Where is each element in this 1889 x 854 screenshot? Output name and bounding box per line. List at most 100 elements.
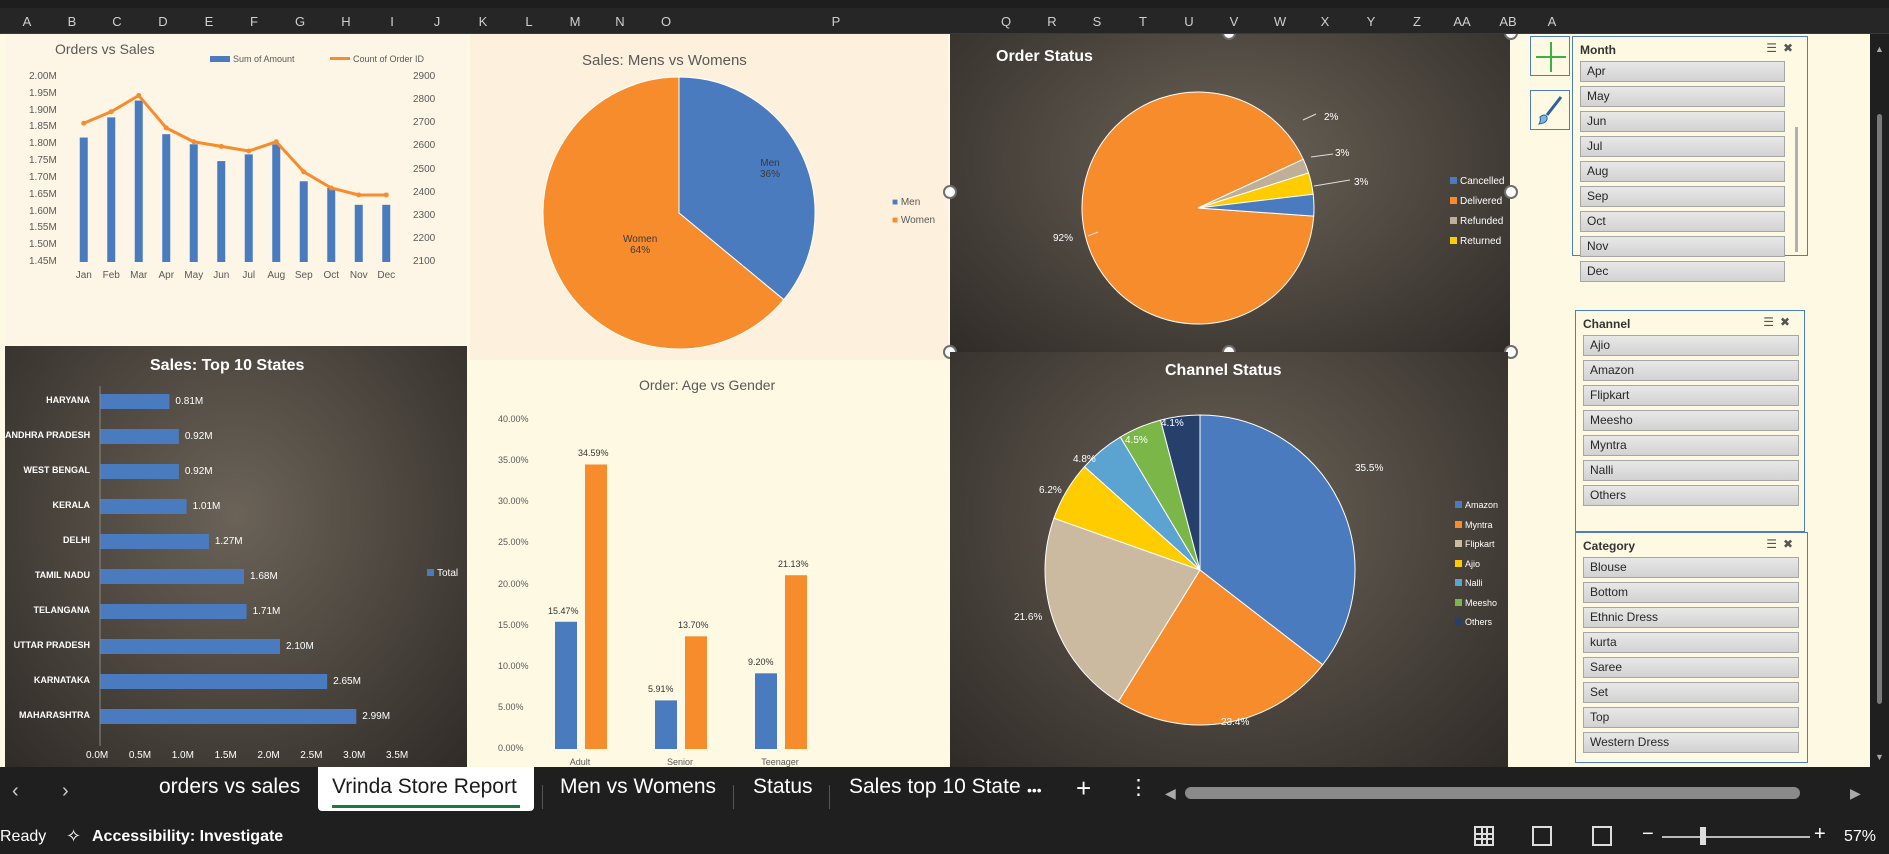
next-sheet-icon[interactable]: › bbox=[62, 780, 69, 803]
slicer-item-jul[interactable]: Jul bbox=[1580, 136, 1785, 157]
chart-age-vs-gender[interactable]: Order: Age vs Gender 40.00% 35.00% 30.00% 2… bbox=[470, 360, 948, 767]
column-header-z[interactable]: Z bbox=[1397, 14, 1437, 34]
slicer-item-dec[interactable]: Dec bbox=[1580, 261, 1785, 282]
column-header-g[interactable]: G bbox=[280, 14, 320, 34]
column-header-q[interactable]: Q bbox=[986, 14, 1026, 34]
sheet-menu-icon[interactable]: ⋮ bbox=[1128, 775, 1149, 800]
orders-sales-svg bbox=[79, 93, 391, 262]
slicer-item-meesho[interactable]: Meesho bbox=[1583, 410, 1799, 431]
add-sheet-button[interactable]: + bbox=[1076, 773, 1091, 804]
column-header-x[interactable]: X bbox=[1305, 14, 1345, 34]
column-header-k[interactable]: K bbox=[463, 14, 503, 34]
multi-select-icon[interactable]: ☰✖ bbox=[1763, 315, 1796, 329]
column-header-j[interactable]: J bbox=[417, 14, 457, 34]
chart-order-status[interactable]: Order Status 92% 2% 3% 3% Cancelled Deliv… bbox=[950, 34, 1510, 352]
slicer-item-may[interactable]: May bbox=[1580, 86, 1785, 107]
column-header-d[interactable]: D bbox=[143, 14, 183, 34]
slicer-channel[interactable]: Channel ☰✖ Ajio Amazon Flipkart Meesho Myntr… bbox=[1575, 310, 1805, 532]
slicer-item-amazon[interactable]: Amazon bbox=[1583, 360, 1799, 381]
zoom-level[interactable]: 57% bbox=[1844, 828, 1876, 846]
column-header-w[interactable]: W bbox=[1260, 14, 1300, 34]
page-layout-view-icon[interactable] bbox=[1532, 826, 1552, 846]
column-header-s[interactable]: S bbox=[1077, 14, 1117, 34]
column-header-i[interactable]: I bbox=[372, 14, 412, 34]
column-header-m[interactable]: M bbox=[555, 14, 595, 34]
slicer-item-set[interactable]: Set bbox=[1583, 682, 1799, 703]
slicer-item-ethnic-dress[interactable]: Ethnic Dress bbox=[1583, 607, 1799, 628]
tab-sales-top-10-state[interactable]: Sales top 10 State bbox=[849, 775, 1021, 799]
multi-select-icon[interactable]: ☰✖ bbox=[1766, 41, 1799, 55]
slicer-item-bottom[interactable]: Bottom bbox=[1583, 582, 1799, 603]
zoom-slider-track[interactable] bbox=[1662, 836, 1810, 838]
slicer-item-western-dress[interactable]: Western Dress bbox=[1583, 732, 1799, 753]
scroll-thumb[interactable] bbox=[1877, 114, 1882, 704]
normal-view-icon[interactable] bbox=[1474, 826, 1494, 846]
column-header-b[interactable]: B bbox=[52, 14, 92, 34]
slicer-item-flipkart[interactable]: Flipkart bbox=[1583, 385, 1799, 406]
column-header-a[interactable]: A bbox=[1532, 14, 1572, 34]
accessibility-icon[interactable]: ✧ bbox=[66, 826, 81, 847]
multi-select-icon[interactable]: ☰✖ bbox=[1766, 537, 1799, 551]
hscroll-right-icon[interactable]: ▶ bbox=[1850, 785, 1861, 802]
accessibility-status[interactable]: Accessibility: Investigate bbox=[92, 828, 283, 846]
slicer-item-ajio[interactable]: Ajio bbox=[1583, 335, 1799, 356]
column-header-o[interactable]: O bbox=[646, 14, 686, 34]
zoom-out-button[interactable]: − bbox=[1642, 823, 1654, 846]
scroll-up-icon[interactable]: ▲ bbox=[1875, 44, 1884, 54]
slicer-item-saree[interactable]: Saree bbox=[1583, 657, 1799, 678]
tab-orders-vs-sales[interactable]: orders vs sales bbox=[159, 775, 300, 799]
tab-men-vs-womens[interactable]: Men vs Womens bbox=[560, 775, 716, 799]
column-header-v[interactable]: V bbox=[1214, 14, 1254, 34]
slicer-item-kurta[interactable]: kurta bbox=[1583, 632, 1799, 653]
brush-icon[interactable] bbox=[1530, 90, 1570, 130]
more-tabs-icon[interactable]: ••• bbox=[1027, 782, 1042, 798]
tab-vrinda-store-report[interactable]: Vrinda Store Report bbox=[318, 767, 534, 811]
column-header-aa[interactable]: AA bbox=[1442, 14, 1482, 34]
column-header-l[interactable]: L bbox=[509, 14, 549, 34]
slicer-item-jun[interactable]: Jun bbox=[1580, 111, 1785, 132]
column-header-ab[interactable]: AB bbox=[1488, 14, 1528, 34]
slicer-scrollbar[interactable] bbox=[1795, 127, 1798, 252]
column-header-h[interactable]: H bbox=[326, 14, 366, 34]
page-break-view-icon[interactable] bbox=[1592, 826, 1612, 846]
scroll-down-icon[interactable]: ▼ bbox=[1875, 752, 1884, 762]
slicer-item-others[interactable]: Others bbox=[1583, 485, 1799, 506]
column-header-f[interactable]: F bbox=[234, 14, 274, 34]
selection-handle[interactable] bbox=[943, 185, 957, 199]
zoom-slider-thumb[interactable] bbox=[1700, 827, 1706, 845]
column-header-y[interactable]: Y bbox=[1351, 14, 1391, 34]
slicer-item-aug[interactable]: Aug bbox=[1580, 161, 1785, 182]
slicer-item-top[interactable]: Top bbox=[1583, 707, 1799, 728]
chart-top-10-states[interactable]: Sales: Top 10 States HARYANA 0.81M ANDHRA … bbox=[5, 346, 467, 767]
column-header-e[interactable]: E bbox=[189, 14, 229, 34]
slicer-category[interactable]: Category ☰✖ Blouse Bottom Ethnic Dress kurt… bbox=[1575, 532, 1808, 763]
column-header-t[interactable]: T bbox=[1123, 14, 1163, 34]
chart-channel-status[interactable]: Channel Status 35.5% 23.4% 21.6% 6.2% 4.8% 4.… bbox=[950, 352, 1508, 767]
column-header-n[interactable]: N bbox=[600, 14, 640, 34]
hscroll-left-icon[interactable]: ◀ bbox=[1165, 785, 1176, 802]
slicer-item-nov[interactable]: Nov bbox=[1580, 236, 1785, 257]
chart-sales-mens-vs-womens[interactable]: Sales: Mens vs Womens Men 36% Women 64% ■ … bbox=[470, 34, 948, 360]
slicer-item-sep[interactable]: Sep bbox=[1580, 186, 1785, 207]
column-header-u[interactable]: U bbox=[1169, 14, 1209, 34]
prev-sheet-icon[interactable]: ‹ bbox=[12, 780, 19, 803]
slicer-month[interactable]: Month ☰✖ Apr May Jun Jul Aug Sep Oct Nov Dec bbox=[1572, 36, 1808, 282]
slicer-item-apr[interactable]: Apr bbox=[1580, 61, 1785, 82]
slicer-item-nalli[interactable]: Nalli bbox=[1583, 460, 1799, 481]
vertical-scrollbar[interactable]: ▲ ▼ bbox=[1870, 34, 1889, 767]
selection-handle[interactable] bbox=[1504, 185, 1518, 199]
column-header-a[interactable]: A bbox=[7, 14, 47, 34]
tab-status[interactable]: Status bbox=[753, 775, 813, 799]
add-shape-button[interactable] bbox=[1530, 36, 1570, 76]
worksheet[interactable]: Orders vs Sales Sum of Amount Count of O… bbox=[0, 34, 1889, 767]
column-header-p[interactable]: P bbox=[816, 14, 856, 34]
slicer-item-myntra[interactable]: Myntra bbox=[1583, 435, 1799, 456]
state-label: ANDHRA PRADESH bbox=[5, 430, 91, 440]
horizontal-scroll-thumb[interactable] bbox=[1185, 787, 1800, 799]
slicer-item-oct[interactable]: Oct bbox=[1580, 211, 1785, 232]
chart-orders-vs-sales[interactable]: Orders vs Sales Sum of Amount Count of O… bbox=[5, 34, 467, 344]
column-header-c[interactable]: C bbox=[97, 14, 137, 34]
zoom-in-button[interactable]: + bbox=[1814, 823, 1826, 846]
column-header-r[interactable]: R bbox=[1032, 14, 1072, 34]
slicer-item-blouse[interactable]: Blouse bbox=[1583, 557, 1799, 578]
